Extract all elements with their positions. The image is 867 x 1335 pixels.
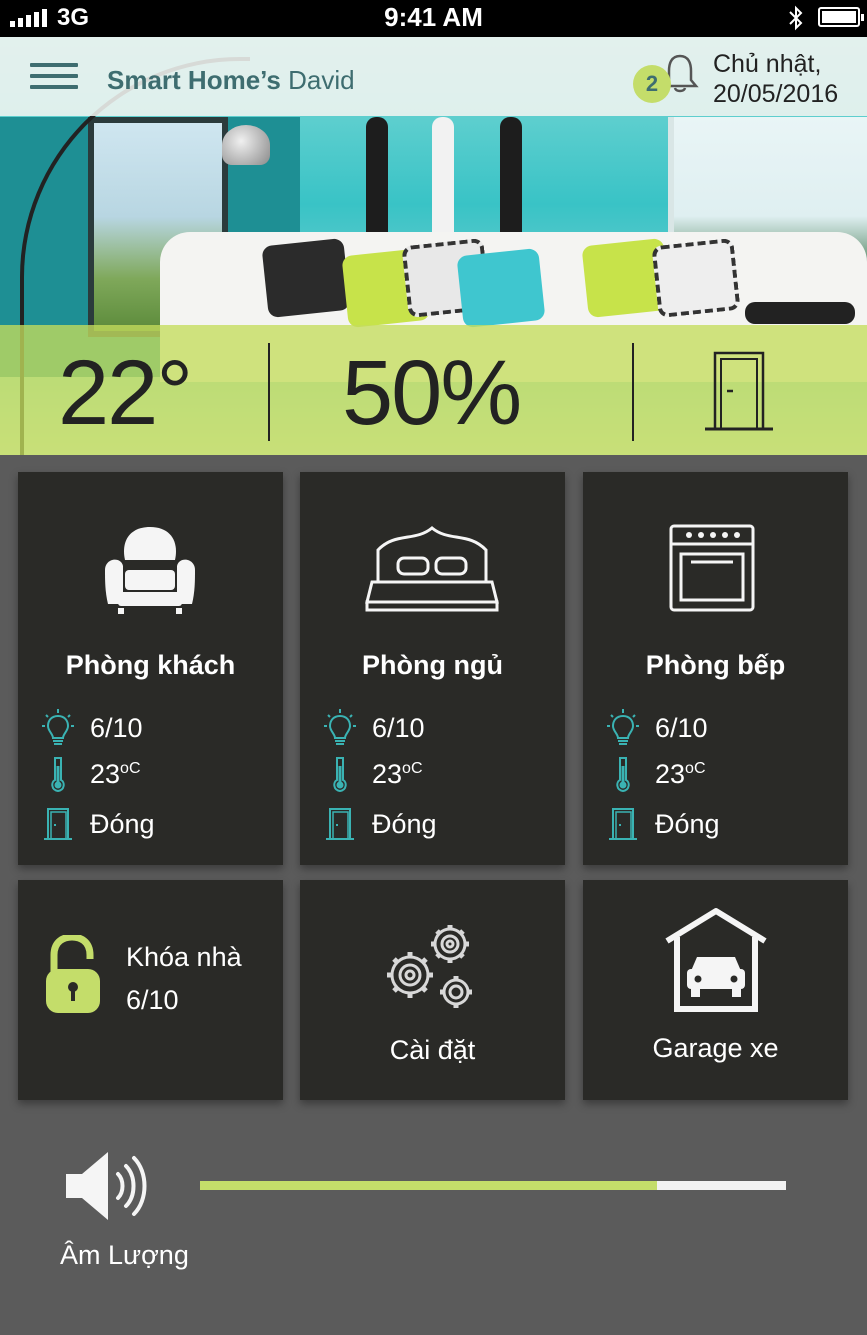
notification-badge[interactable]: 2 [633, 65, 671, 103]
bed-icon [365, 526, 499, 612]
temperature-row: 23oC [38, 754, 141, 794]
room-tile-bedroom[interactable]: Phòng ngủ 6/10 23oC Đóng [300, 472, 565, 865]
divider [632, 343, 634, 441]
status-time: 9:41 AM [384, 2, 483, 32]
temperature-row: 23oC [320, 754, 423, 794]
volume-slider[interactable] [200, 1181, 786, 1190]
lightbulb-icon [42, 709, 74, 745]
lights-value: 6/10 [90, 712, 143, 743]
room-title: Phòng bếp [645, 650, 786, 680]
door-status: Đóng [90, 808, 155, 839]
battery-icon [818, 7, 864, 27]
brand-name: Smart Home’s [107, 65, 281, 95]
lights-row: 6/10 [320, 708, 425, 748]
overall-temperature: 22° [58, 342, 193, 444]
lights-row: 6/10 [38, 708, 143, 748]
door-icon [44, 808, 72, 840]
volume-label: Âm Lượng [60, 1240, 189, 1270]
day-of-week: Chủ nhật, [713, 50, 822, 78]
door-row: Đóng [320, 804, 437, 844]
temperature-value: 23oC [372, 758, 423, 789]
overall-humidity: 50% [342, 342, 522, 444]
door-icon[interactable] [703, 349, 775, 433]
lock-info: Khóa nhà 6/10 [126, 936, 242, 1022]
room-tile-living-room[interactable]: Phòng khách 6/10 23oC Đóng [18, 472, 283, 865]
date-display: Chủ nhật, 20/05/2016 [713, 49, 838, 109]
home-lock-tile[interactable]: Khóa nhà 6/10 [18, 880, 283, 1100]
temperature-value: 23oC [655, 758, 706, 789]
status-bar: 3G 9:41 AM [0, 0, 867, 37]
room-title: Phòng ngủ [362, 650, 503, 680]
lights-row: 6/10 [603, 708, 708, 748]
door-icon [326, 808, 354, 840]
volume-level-fill [200, 1181, 658, 1190]
date: 20/05/2016 [713, 80, 839, 108]
room-tile-kitchen[interactable]: Phòng bếp 6/10 23oC Đóng [583, 472, 848, 865]
lights-value: 6/10 [655, 712, 708, 743]
unlocked-padlock-icon [46, 935, 100, 1013]
lock-label: Khóa nhà [126, 942, 242, 972]
oven-icon [669, 524, 755, 612]
temperature-row: 23oC [603, 754, 706, 794]
door-status: Đóng [655, 808, 720, 839]
lightbulb-icon [607, 709, 639, 745]
door-icon [609, 808, 637, 840]
overview-stats: 22° 50% [0, 325, 867, 455]
user-name: David [288, 65, 355, 95]
app-title: Smart Home’s David [107, 65, 355, 96]
armchair-icon [105, 527, 195, 614]
door-status: Đóng [372, 808, 437, 839]
hamburger-menu-icon[interactable] [30, 63, 78, 93]
lights-value: 6/10 [372, 712, 425, 743]
gears-icon [387, 925, 472, 1008]
garage-tile[interactable]: Garage xe [583, 880, 848, 1100]
thermometer-icon [616, 757, 630, 793]
settings-label: Cài đặt [389, 1035, 476, 1065]
lightbulb-icon [324, 709, 356, 745]
temperature-value: 23oC [90, 758, 141, 789]
garage-label: Garage xe [652, 1033, 779, 1063]
room-title: Phòng khách [65, 650, 236, 680]
lock-value: 6/10 [126, 985, 179, 1015]
thermometer-icon [333, 757, 347, 793]
speaker-icon[interactable] [60, 1148, 160, 1224]
door-row: Đóng [603, 804, 720, 844]
door-row: Đóng [38, 804, 155, 844]
settings-tile[interactable]: Cài đặt [300, 880, 565, 1100]
bluetooth-icon [789, 5, 803, 31]
thermometer-icon [51, 757, 65, 793]
garage-icon [665, 908, 767, 1012]
divider [268, 343, 270, 441]
